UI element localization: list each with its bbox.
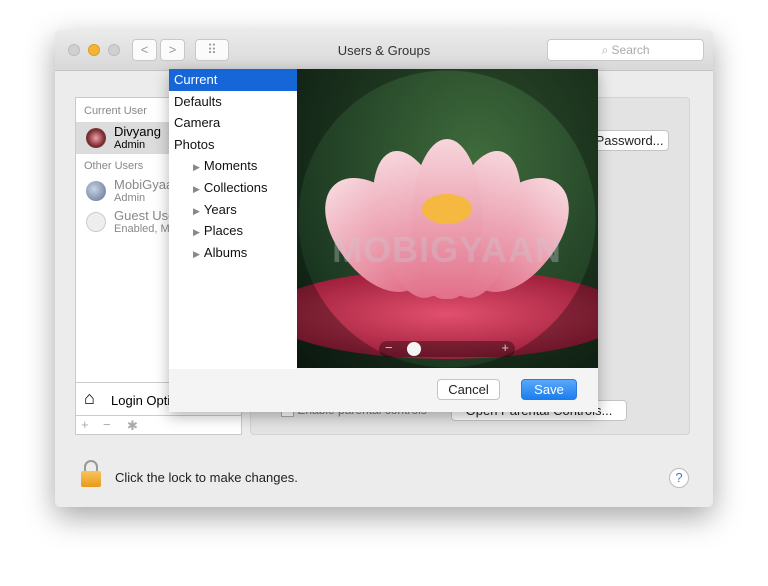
search-icon: ⌕	[601, 43, 612, 57]
user-name: Divyang	[114, 124, 161, 139]
search-field[interactable]: ⌕ Search	[547, 39, 704, 61]
picture-crop-area[interactable]: MOBIGYAAN − +	[297, 69, 598, 368]
user-role: Admin	[114, 139, 146, 151]
source-photos[interactable]: Photos	[169, 134, 297, 156]
item-label: Albums	[203, 244, 248, 260]
globe-avatar	[86, 181, 106, 201]
zoom-slider[interactable]: − +	[379, 340, 515, 357]
remove-user-button[interactable]: −	[103, 417, 111, 432]
cancel-button[interactable]: Cancel	[437, 379, 500, 400]
avatar	[86, 128, 106, 148]
user-role: Admin	[114, 192, 146, 204]
disclosure-triangle-icon: ▶	[193, 183, 200, 194]
photos-albums[interactable]: ▶ Albums	[169, 242, 297, 264]
source-camera[interactable]: Camera	[169, 112, 297, 134]
house-icon: ⌂	[84, 388, 95, 408]
source-current[interactable]: Current	[169, 69, 297, 91]
zoom-in-icon[interactable]: +	[501, 340, 509, 355]
add-user-button[interactable]: +	[81, 417, 89, 432]
titlebar: < > ⠿ Users & Groups ⌕ Search	[55, 30, 713, 71]
zoom-slider-knob[interactable]	[407, 342, 422, 356]
watermark: MOBIGYAAN	[332, 229, 562, 270]
guest-avatar	[86, 212, 106, 232]
lock-message: Click the lock to make changes.	[115, 470, 298, 485]
photos-places[interactable]: ▶ Places	[169, 220, 297, 242]
photos-collections[interactable]: ▶ Collections	[169, 177, 297, 199]
other-users-header: Other Users	[84, 160, 144, 172]
search-placeholder: Search	[611, 43, 650, 57]
item-label: Moments	[203, 158, 258, 174]
picture-source-list: Current Defaults Camera Photos ▶ Moments …	[169, 69, 297, 369]
source-defaults[interactable]: Defaults	[169, 91, 297, 113]
item-label: Collections	[203, 179, 268, 195]
item-label: Places	[203, 223, 243, 239]
current-user-header: Current User	[84, 105, 147, 117]
disclosure-triangle-icon: ▶	[193, 162, 200, 173]
list-toolbar: + − ✱	[76, 415, 241, 436]
picture-picker-dialog: Current Defaults Camera Photos ▶ Moments …	[169, 69, 598, 412]
disclosure-triangle-icon: ▶	[193, 205, 200, 216]
gear-icon[interactable]: ✱	[127, 418, 138, 434]
disclosure-triangle-icon: ▶	[193, 248, 200, 259]
crop-mask	[297, 69, 598, 368]
save-button[interactable]: Save	[521, 379, 577, 400]
photos-years[interactable]: ▶ Years	[169, 199, 297, 221]
photos-moments[interactable]: ▶ Moments	[169, 155, 297, 177]
help-button[interactable]: ?	[669, 468, 689, 488]
lock-icon[interactable]	[81, 460, 101, 487]
item-label: Years	[203, 201, 237, 217]
zoom-out-icon[interactable]: −	[385, 340, 393, 355]
disclosure-triangle-icon: ▶	[193, 227, 200, 238]
